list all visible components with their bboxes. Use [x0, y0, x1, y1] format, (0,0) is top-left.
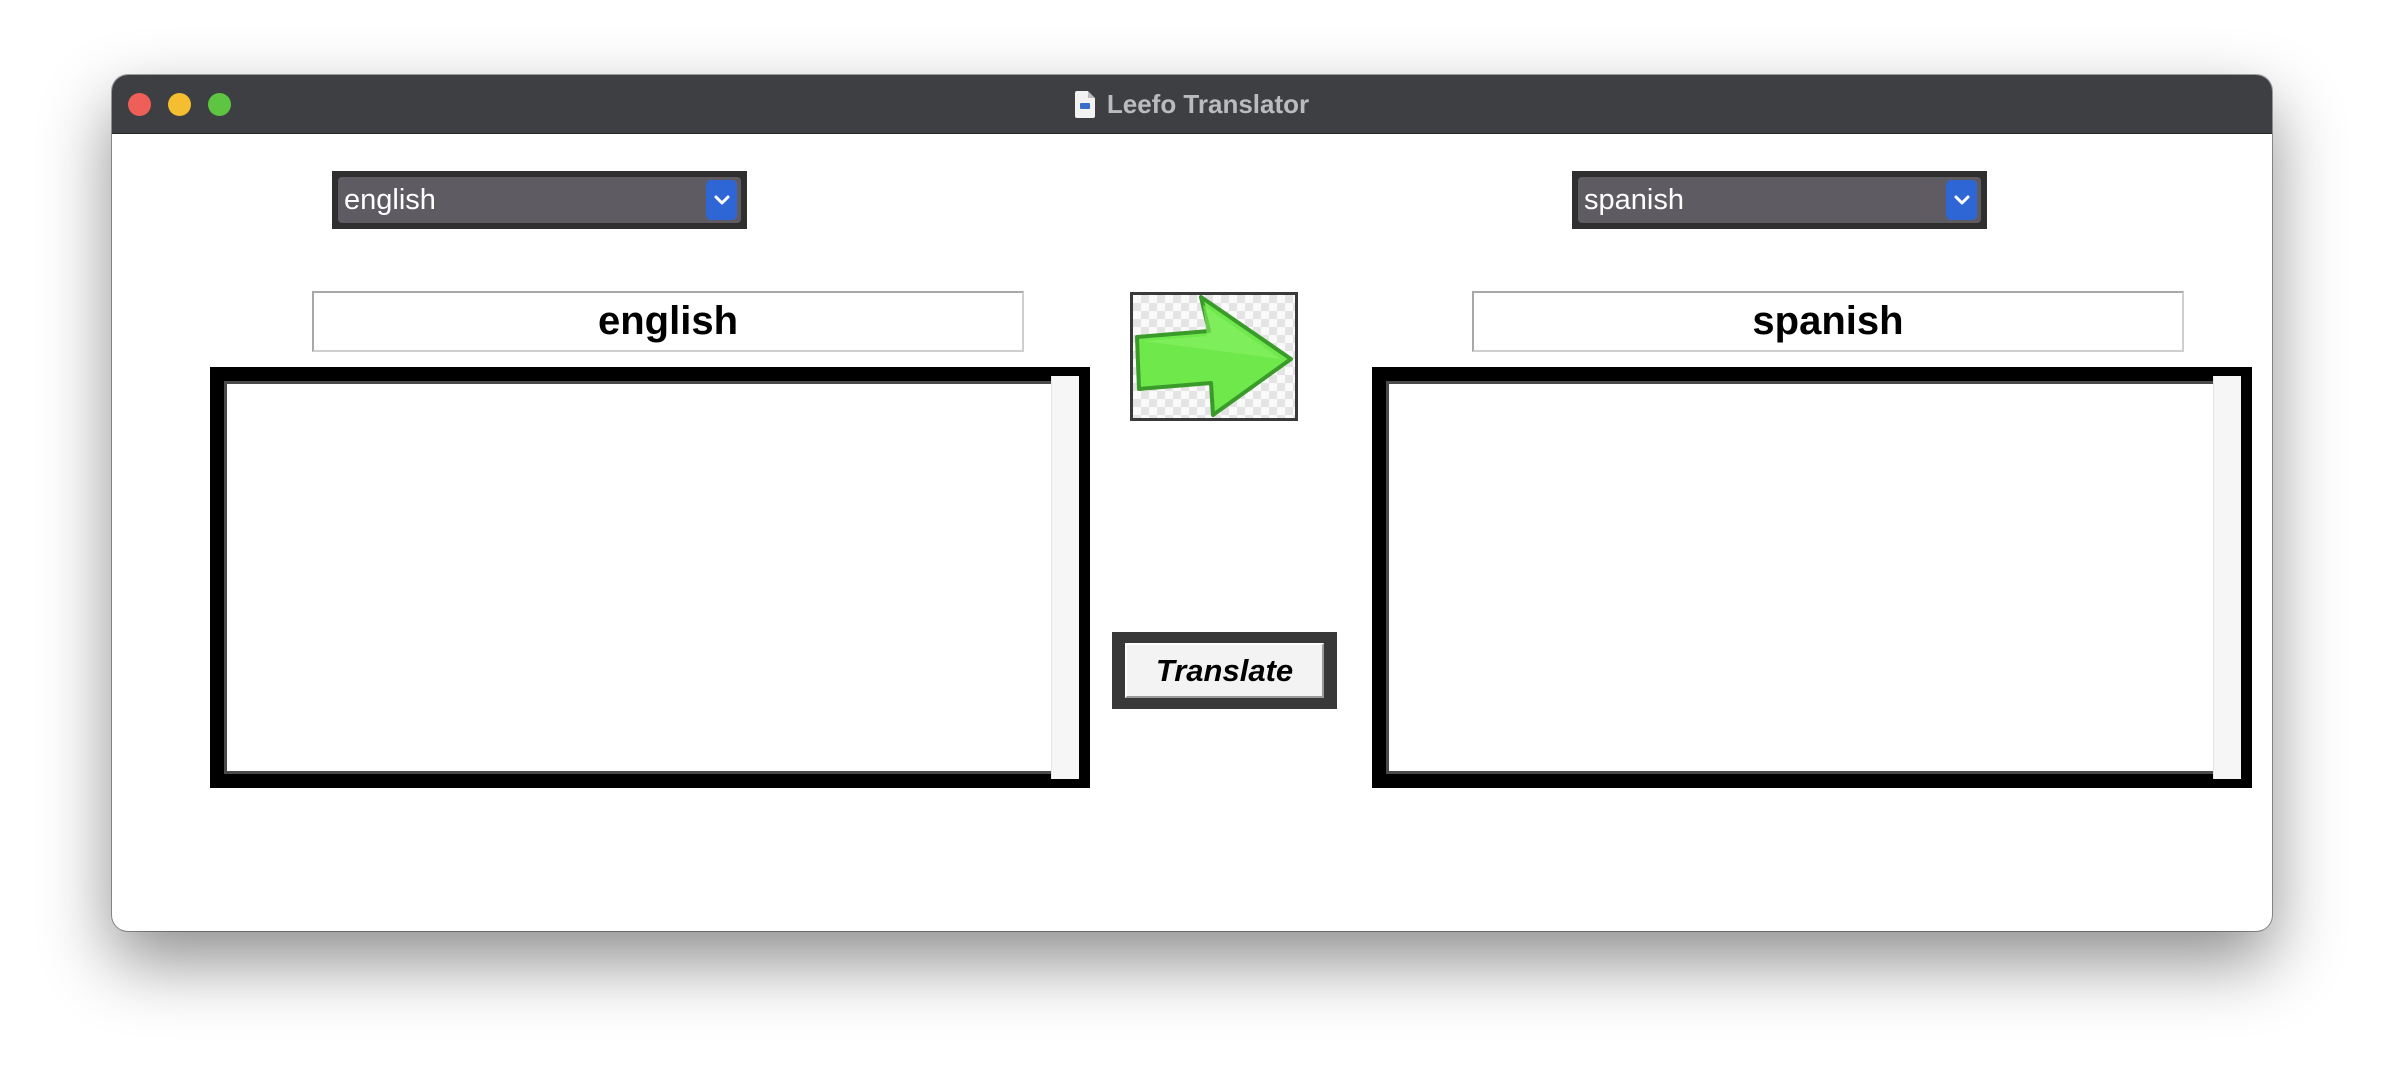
window-title: Leefo Translator — [1106, 88, 1310, 119]
translate-button[interactable]: Translate — [1125, 643, 1324, 698]
source-language-select-field[interactable]: english — [338, 177, 741, 223]
target-language-select[interactable]: spanish — [1572, 171, 1987, 229]
chevron-down-icon[interactable] — [706, 180, 737, 220]
green-right-arrow-icon — [1135, 295, 1293, 417]
target-text-area[interactable] — [1386, 376, 2241, 779]
target-scrollbar[interactable] — [2213, 376, 2241, 779]
target-language-value: spanish — [1584, 184, 1684, 216]
direction-arrow-image — [1130, 292, 1298, 421]
app-window: Leefo Translator english spanish english… — [112, 75, 2272, 931]
window-title-group: Leefo Translator — [112, 75, 2272, 133]
chevron-down-glyph — [714, 195, 729, 205]
source-text-frame — [210, 367, 1090, 788]
source-language-label: english — [312, 291, 1024, 352]
translate-button-frame: Translate — [1112, 632, 1337, 709]
source-text-area[interactable] — [224, 376, 1079, 779]
chevron-down-icon[interactable] — [1946, 180, 1977, 220]
document-icon — [1074, 90, 1095, 118]
target-language-label: spanish — [1472, 291, 2184, 352]
source-language-select[interactable]: english — [332, 171, 747, 229]
target-text-frame — [1372, 367, 2252, 788]
source-language-value: english — [344, 184, 436, 216]
chevron-down-glyph — [1954, 195, 1969, 205]
target-language-select-field[interactable]: spanish — [1578, 177, 1981, 223]
title-bar[interactable]: Leefo Translator — [112, 75, 2272, 134]
source-scrollbar[interactable] — [1051, 376, 1079, 779]
